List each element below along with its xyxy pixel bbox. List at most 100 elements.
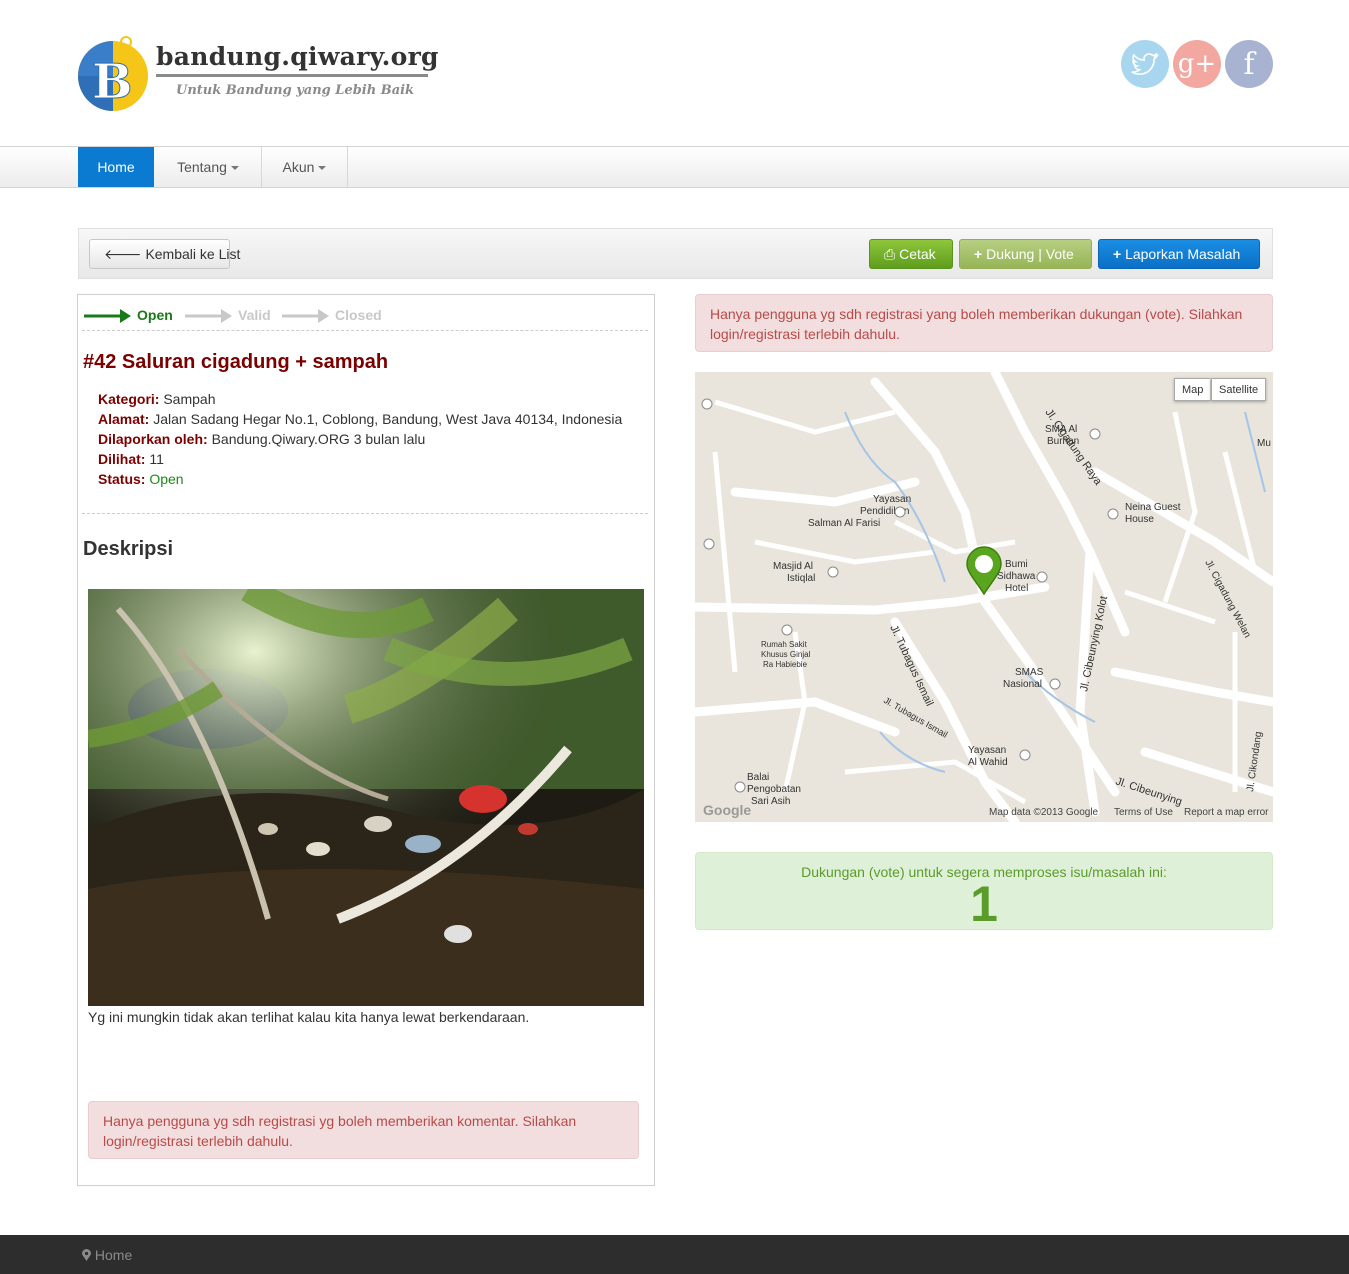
svg-text:Mu: Mu (1257, 438, 1271, 449)
meta-address: Alamat: Jalan Sadang Hegar No.1, Coblong… (98, 409, 622, 429)
svg-text:Masjid Al: Masjid Al (773, 561, 813, 572)
facebook-icon: f (1243, 46, 1255, 82)
print-button[interactable]: ⎙ Cetak (869, 239, 953, 269)
svg-text:Yayasan: Yayasan (968, 745, 1006, 756)
svg-text:SMAS: SMAS (1015, 667, 1044, 678)
site-header: B bandung.qiwary.org Untuk Bandung yang … (0, 0, 1349, 146)
svg-text:Istiqlal: Istiqlal (787, 573, 815, 584)
arrow-right-icon (282, 309, 329, 323)
map-type-satellite-button[interactable]: Satellite (1211, 378, 1267, 401)
svg-text:Rumah Sakit: Rumah Sakit (761, 640, 808, 649)
report-issue-label: Laporkan Masalah (1125, 246, 1241, 262)
arrow-right-icon (84, 309, 131, 323)
status-step-open: Open (137, 307, 173, 323)
meta-address-value: Jalan Sadang Hegar No.1, Coblong, Bandun… (153, 411, 623, 427)
photo-illustration (88, 589, 644, 1006)
meta-category: Kategori: Sampah (98, 389, 622, 409)
comment-login-alert: Hanya pengguna yg sdh registrasi yg bole… (88, 1101, 639, 1159)
svg-text:SMA Al: SMA Al (1045, 424, 1077, 435)
site-title: bandung.qiwary.org (156, 42, 439, 71)
google-logo: Google (703, 802, 752, 818)
svg-text:Nasional: Nasional (1003, 679, 1042, 690)
site-logo[interactable]: B bandung.qiwary.org Untuk Bandung yang … (76, 26, 439, 116)
back-to-list-label: Kembali ke List (145, 246, 241, 262)
meta-views: Dilihat: 11 (98, 449, 622, 469)
nav-tentang-dropdown[interactable]: Tentang (155, 147, 262, 187)
svg-text:Jl. Cikondang: Jl. Cikondang (1245, 731, 1264, 793)
facebook-button[interactable]: f (1225, 40, 1273, 88)
vote-count-box: Dukungan (vote) untuk segera memproses i… (695, 852, 1273, 932)
map-terms-link[interactable]: Terms of Use (1114, 807, 1173, 818)
svg-text:B: B (92, 54, 133, 110)
status-progress: Open Valid Closed (82, 299, 648, 331)
map-type-map-button[interactable]: Map (1174, 378, 1211, 401)
plus-icon: + (1113, 246, 1122, 262)
caret-down-icon (318, 166, 327, 171)
logo-badge-icon: B (78, 36, 148, 111)
map-canvas: Jl. Cigadung Raya SMA Al Burhan Neina Gu… (695, 372, 1273, 822)
issue-meta: Kategori: Sampah Alamat: Jalan Sadang He… (98, 389, 622, 489)
svg-text:Ra Habiebie: Ra Habiebie (763, 660, 808, 669)
issue-photo (88, 589, 644, 1006)
svg-text:Salman Al Farisi: Salman Al Farisi (808, 518, 880, 529)
twitter-icon (1131, 52, 1159, 76)
vote-count-number: 1 (970, 876, 998, 932)
svg-text:Sari Asih: Sari Asih (751, 796, 790, 807)
print-icon: ⎙ (884, 246, 896, 262)
nav-tentang-label: Tentang (177, 159, 227, 175)
meta-category-label: Kategori: (98, 391, 160, 407)
map-marker-icon[interactable] (966, 546, 1002, 596)
svg-text:Yayasan: Yayasan (873, 494, 911, 505)
meta-reporter-value: Bandung.Qiwary.ORG 3 bulan lalu (211, 431, 426, 447)
action-toolbar: 🡐 Kembali ke List ⎙ Cetak + Dukung | Vot… (78, 228, 1273, 279)
map-report-error-link[interactable]: Report a map error (1184, 807, 1268, 818)
footer-home-link[interactable]: Home (82, 1247, 132, 1263)
meta-reporter: Dilaporkan oleh: Bandung.Qiwary.ORG 3 bu… (98, 429, 622, 449)
map-pin-icon (82, 1249, 91, 1261)
logo-divider (156, 74, 428, 77)
svg-text:House: House (1125, 514, 1154, 525)
meta-status-value: Open (149, 471, 184, 487)
print-label: Cetak (899, 246, 936, 262)
google-plus-icon: g+ (1177, 49, 1217, 79)
vote-label: Dukung | Vote (986, 246, 1074, 262)
twitter-button[interactable] (1121, 40, 1169, 88)
report-issue-button[interactable]: + Laporkan Masalah (1098, 239, 1260, 269)
svg-text:Balai: Balai (747, 772, 769, 783)
meta-category-value: Sampah (163, 391, 216, 407)
description-heading: Deskripsi (83, 538, 174, 560)
nav-home[interactable]: Home (78, 147, 154, 187)
svg-text:Bumi: Bumi (1005, 559, 1028, 570)
meta-views-value: 11 (149, 451, 164, 467)
nav-home-label: Home (97, 159, 135, 175)
google-plus-button[interactable]: g+ (1173, 40, 1221, 88)
issue-title: #42 Saluran cigadung + sampah (83, 351, 389, 373)
back-to-list-button[interactable]: 🡐 Kembali ke List (89, 239, 240, 269)
divider (82, 513, 648, 514)
footer-home-label: Home (94, 1247, 133, 1263)
svg-text:Burhan: Burhan (1047, 436, 1079, 447)
site-footer: Home (0, 1235, 1349, 1274)
site-tagline: Untuk Bandung yang Lebih Baik (176, 83, 415, 98)
svg-text:Jl. Cibeunying: Jl. Cibeunying (1114, 775, 1183, 808)
meta-address-label: Alamat: (98, 411, 150, 427)
caret-down-icon (230, 166, 239, 171)
meta-status: Status: Open (98, 469, 622, 489)
arrow-left-icon: 🡐 (104, 246, 142, 262)
nav-akun-label: Akun (282, 159, 315, 175)
svg-text:Pengobatan: Pengobatan (747, 784, 801, 795)
nav-akun-dropdown[interactable]: Akun (262, 147, 348, 187)
svg-text:Khusus Ginjal: Khusus Ginjal (761, 650, 811, 659)
svg-text:Sidhawa: Sidhawa (997, 571, 1036, 582)
issue-detail-panel: Open Valid Closed #42 Saluran cigadung +… (77, 294, 655, 1186)
map-data-credit: Map data ©2013 Google (989, 807, 1099, 818)
svg-text:Neina Guest: Neina Guest (1125, 502, 1181, 513)
location-map[interactable]: Jl. Cigadung Raya SMA Al Burhan Neina Gu… (695, 372, 1273, 822)
status-step-valid: Valid (238, 307, 271, 323)
vote-button[interactable]: + Dukung | Vote (959, 239, 1092, 269)
svg-text:Jl. Tubagus Ismail: Jl. Tubagus Ismail (887, 623, 935, 708)
svg-text:Hotel: Hotel (1005, 583, 1028, 594)
plus-icon: + (974, 246, 983, 262)
arrow-right-icon (185, 309, 232, 323)
meta-reporter-label: Dilaporkan oleh: (98, 431, 208, 447)
